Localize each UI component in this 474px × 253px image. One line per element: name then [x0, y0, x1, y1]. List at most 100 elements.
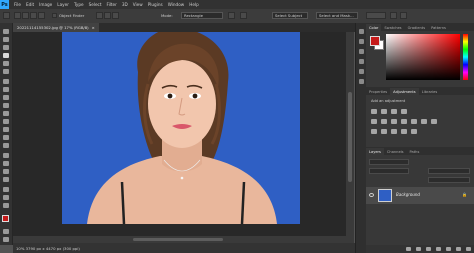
menu-file[interactable]: File — [14, 2, 21, 7]
tab-libraries[interactable]: Libraries — [419, 88, 441, 95]
vertical-scrollbar[interactable] — [346, 32, 354, 243]
tab-swatches[interactable]: Swatches — [381, 24, 404, 31]
black-white-icon[interactable] — [401, 119, 407, 124]
new-adjustment-layer-icon[interactable] — [436, 247, 441, 251]
add-selection-icon[interactable] — [22, 12, 29, 19]
brush-tool-icon[interactable] — [3, 95, 9, 100]
crop-tool-icon[interactable] — [3, 61, 9, 66]
eraser-tool-icon[interactable] — [3, 119, 9, 124]
lock-icon[interactable]: 🔒 — [462, 192, 467, 197]
selective-color-icon[interactable] — [411, 129, 417, 134]
brightness-contrast-icon[interactable] — [371, 109, 377, 114]
search-icon[interactable] — [390, 12, 397, 19]
eyedropper-tool-icon[interactable] — [3, 79, 9, 84]
menu-edit[interactable]: Edit — [26, 2, 34, 7]
menu-image[interactable]: Image — [39, 2, 52, 7]
menu-window[interactable]: Window — [168, 2, 185, 7]
tab-layers[interactable]: Layers — [366, 148, 384, 155]
quick-mask-icon[interactable] — [3, 229, 9, 234]
exposure-icon[interactable] — [401, 109, 407, 114]
threshold-icon[interactable] — [391, 129, 397, 134]
object-selection-tool-icon[interactable] — [3, 53, 9, 58]
tab-properties[interactable]: Properties — [366, 88, 390, 95]
color-balance-icon[interactable] — [391, 119, 397, 124]
select-subject-button[interactable]: Select Subject — [272, 12, 308, 19]
add-mask-icon[interactable] — [426, 247, 431, 251]
horizontal-scroll-thumb[interactable] — [133, 238, 223, 241]
tool-preset-icon[interactable] — [3, 12, 10, 19]
new-group-icon[interactable] — [446, 247, 451, 251]
sample-all-layers-icon[interactable] — [228, 12, 235, 19]
channel-mixer-icon[interactable] — [421, 119, 427, 124]
vibrance-icon[interactable] — [371, 119, 377, 124]
type-tool-icon[interactable] — [3, 161, 9, 166]
settings-gear-icon[interactable] — [112, 12, 119, 19]
new-layer-icon[interactable] — [456, 247, 461, 251]
paragraph-panel-icon[interactable] — [359, 59, 364, 64]
path-selection-tool-icon[interactable] — [3, 169, 9, 174]
hue-saturation-icon[interactable] — [381, 119, 387, 124]
fill-field[interactable] — [428, 177, 470, 183]
menu-3d[interactable]: 3D — [122, 2, 128, 7]
menu-select[interactable]: Select — [89, 2, 102, 7]
pen-tool-icon[interactable] — [3, 153, 9, 158]
canvas-area[interactable] — [13, 32, 346, 243]
tab-patterns[interactable]: Patterns — [428, 24, 449, 31]
refresh-icon[interactable] — [96, 12, 103, 19]
frame-tool-icon[interactable] — [3, 69, 9, 74]
info-panel-icon[interactable] — [359, 39, 364, 44]
link-layers-icon[interactable] — [406, 247, 411, 251]
opacity-field[interactable] — [428, 168, 470, 174]
show-all-objects-icon[interactable] — [104, 12, 111, 19]
tab-adjustments[interactable]: Adjustments — [390, 88, 419, 95]
new-selection-icon[interactable] — [14, 12, 21, 19]
hue-slider[interactable] — [463, 34, 468, 80]
vertical-scroll-thumb[interactable] — [348, 92, 352, 182]
more-tools-icon[interactable] — [3, 203, 9, 208]
menu-filter[interactable]: Filter — [106, 2, 116, 7]
blend-mode-select[interactable] — [369, 168, 409, 174]
horizontal-scrollbar[interactable] — [13, 236, 346, 243]
screen-mode-icon[interactable] — [3, 237, 9, 242]
blur-tool-icon[interactable] — [3, 135, 9, 140]
history-brush-tool-icon[interactable] — [3, 111, 9, 116]
document-image[interactable] — [62, 32, 300, 224]
close-icon[interactable]: × — [92, 25, 95, 30]
menu-type[interactable]: Type — [74, 2, 84, 7]
levels-icon[interactable] — [381, 109, 387, 114]
layer-row-background[interactable]: Background 🔒 — [366, 187, 474, 204]
rectangle-tool-icon[interactable] — [3, 177, 9, 182]
zoom-tool-icon[interactable] — [3, 195, 9, 200]
tab-gradients[interactable]: Gradients — [405, 24, 429, 31]
add-layer-style-icon[interactable] — [416, 247, 421, 251]
intersect-selection-icon[interactable] — [38, 12, 45, 19]
enhance-edge-icon[interactable] — [240, 12, 247, 19]
workspace-icon[interactable] — [400, 12, 407, 19]
layer-name[interactable]: Background — [396, 192, 420, 197]
tab-color[interactable]: Color — [366, 24, 382, 31]
clone-stamp-tool-icon[interactable] — [3, 103, 9, 108]
delete-layer-icon[interactable] — [466, 247, 471, 251]
character-panel-icon[interactable] — [359, 49, 364, 54]
history-panel-icon[interactable] — [359, 29, 364, 34]
gradient-tool-icon[interactable] — [3, 127, 9, 132]
brush-settings-icon[interactable] — [359, 69, 364, 74]
share-button[interactable] — [366, 12, 386, 19]
object-finder-label[interactable]: Object Finder — [59, 13, 84, 18]
tab-channels[interactable]: Channels — [384, 148, 407, 155]
gradient-map-icon[interactable] — [401, 129, 407, 134]
menu-view[interactable]: View — [133, 2, 143, 7]
tab-paths[interactable]: Paths — [407, 148, 423, 155]
foreground-color-swatch[interactable] — [2, 215, 9, 222]
eye-visibility-icon[interactable] — [369, 193, 374, 197]
foreground-color-chip[interactable] — [370, 36, 380, 46]
move-tool-icon[interactable] — [3, 29, 9, 34]
layer-filter-select[interactable] — [369, 159, 409, 165]
document-tab[interactable]: 20221114155302.jpg @ 17% (RGB/8) × — [13, 23, 99, 32]
invert-icon[interactable] — [371, 129, 377, 134]
menu-layer[interactable]: Layer — [57, 2, 69, 7]
mode-select[interactable]: Rectangle — [181, 12, 223, 19]
photo-filter-icon[interactable] — [411, 119, 417, 124]
healing-brush-tool-icon[interactable] — [3, 87, 9, 92]
curves-icon[interactable] — [391, 109, 397, 114]
